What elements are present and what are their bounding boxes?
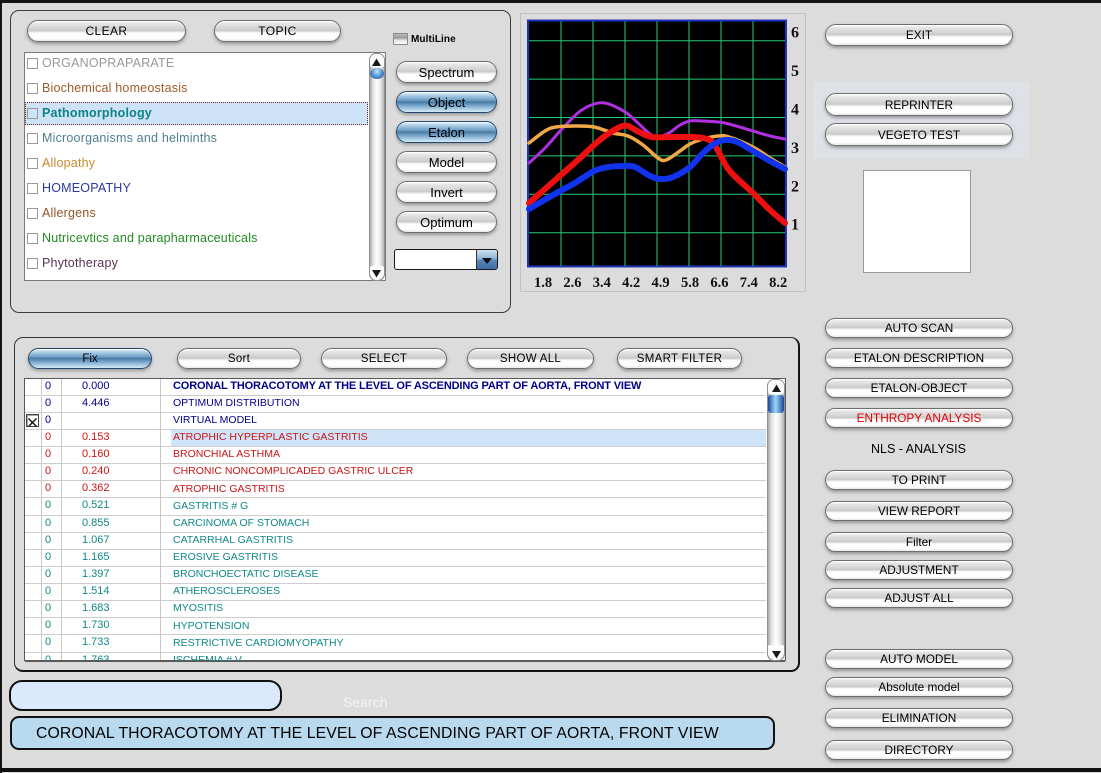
svg-text:1.8: 1.8 — [534, 275, 552, 291]
svg-text:6.6: 6.6 — [710, 275, 728, 291]
svg-text:2.6: 2.6 — [563, 275, 581, 291]
svg-text:4: 4 — [791, 102, 799, 119]
svg-text:8.2: 8.2 — [769, 275, 787, 291]
svg-text:3: 3 — [791, 140, 799, 157]
svg-text:5.8: 5.8 — [681, 275, 699, 291]
svg-text:6: 6 — [791, 25, 799, 42]
svg-text:5: 5 — [791, 63, 799, 80]
svg-text:4.9: 4.9 — [652, 275, 670, 291]
svg-text:4.2: 4.2 — [622, 275, 640, 291]
svg-text:7.4: 7.4 — [740, 275, 758, 291]
svg-text:2: 2 — [791, 178, 799, 195]
svg-text:3.4: 3.4 — [593, 275, 611, 291]
svg-text:1: 1 — [791, 217, 799, 234]
